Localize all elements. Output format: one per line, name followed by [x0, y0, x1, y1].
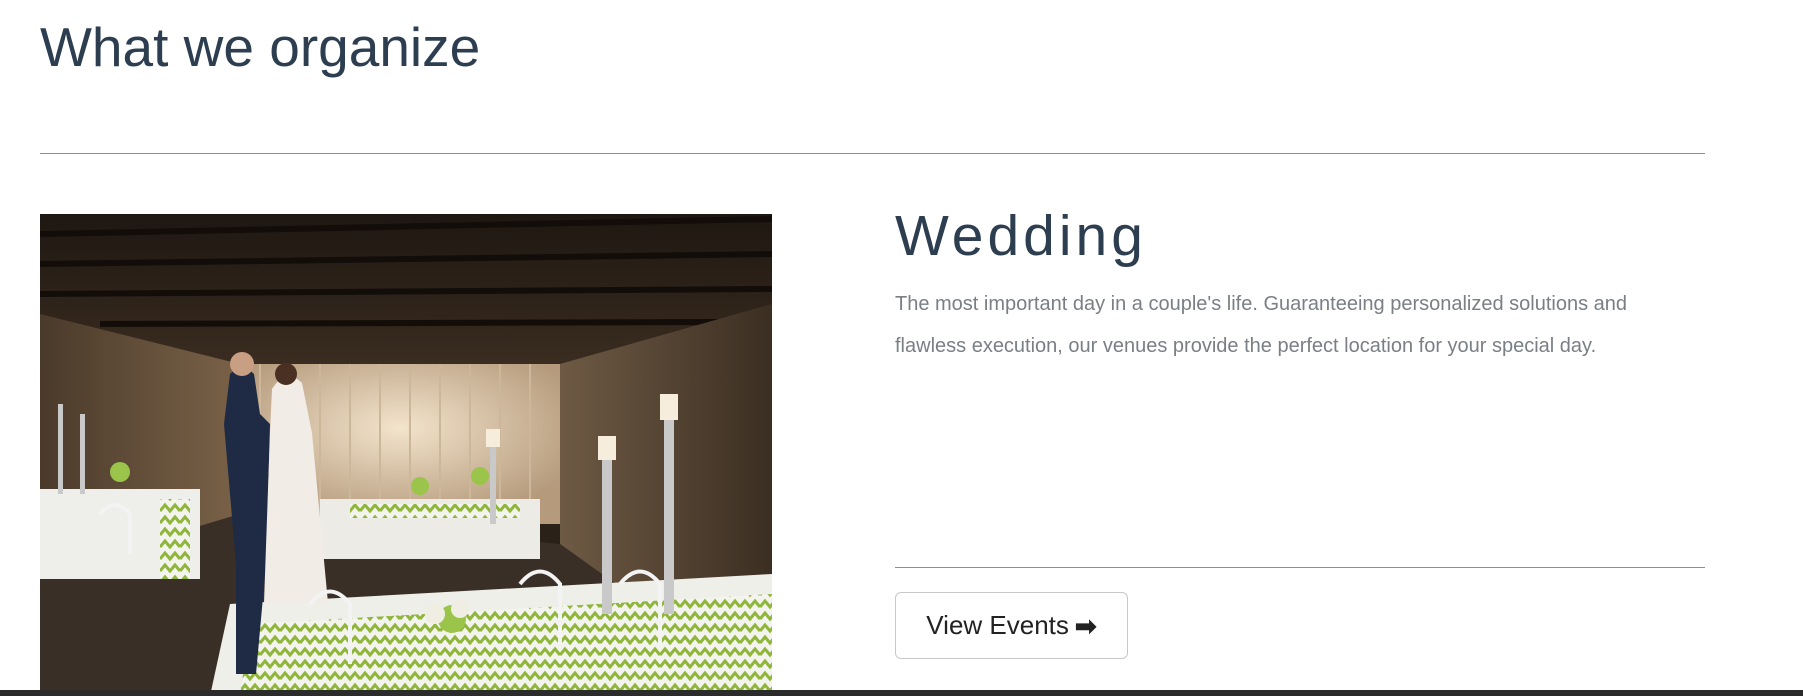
- arrow-right-icon: ➡: [1074, 610, 1097, 641]
- event-title: Wedding: [895, 204, 1147, 268]
- event-divider: [895, 567, 1705, 568]
- section-title: What we organize: [40, 16, 481, 78]
- view-events-button[interactable]: View Events ➡: [895, 592, 1128, 659]
- page: What we organize Wedding The most import…: [0, 0, 1803, 696]
- section-divider: [40, 153, 1705, 154]
- view-events-label: View Events: [926, 610, 1069, 640]
- bottom-bar: [0, 690, 1803, 696]
- event-description: The most important day in a couple's lif…: [895, 293, 1628, 357]
- wedding-photo: [40, 214, 772, 696]
